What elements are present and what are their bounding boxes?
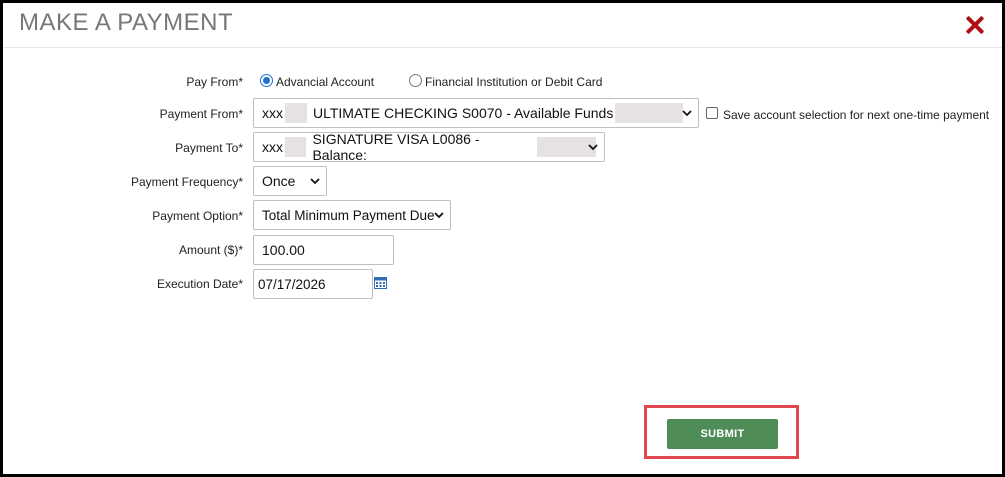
amount-value: 100.00: [262, 242, 305, 258]
radio-advancial-account[interactable]: [260, 74, 273, 87]
payment-to-prefix: xxx: [262, 139, 283, 155]
execution-date-label: Execution Date*: [156, 277, 243, 291]
amount-input[interactable]: 100.00: [253, 235, 394, 265]
chevron-down-icon: [434, 210, 444, 220]
payment-to-select[interactable]: xxx SIGNATURE VISA L0086 - Balance:: [253, 131, 605, 163]
payment-dialog: MAKE A PAYMENT Pay From* Advancial Accou…: [0, 0, 1005, 477]
payment-option-label: Payment Option*: [152, 209, 243, 223]
payment-to-value: SIGNATURE VISA L0086 - Balance:: [312, 131, 480, 163]
payment-option-value: Total Minimum Payment Due: [262, 207, 435, 223]
amount-label: Amount ($)*: [178, 243, 243, 257]
masked-account-number: [285, 103, 307, 123]
payment-option-select[interactable]: Total Minimum Payment Due: [253, 200, 451, 230]
close-icon[interactable]: [963, 13, 987, 37]
payment-frequency-value: Once: [262, 173, 296, 189]
save-account-checkbox[interactable]: [706, 107, 718, 119]
chevron-down-icon: [588, 142, 598, 152]
masked-available-funds: [615, 103, 684, 123]
dialog-title: MAKE A PAYMENT: [19, 9, 234, 36]
calendar-icon[interactable]: [374, 276, 387, 289]
radio-financial-institution-label[interactable]: Financial Institution or Debit Card: [425, 75, 602, 89]
payment-to-label: Payment To*: [175, 141, 243, 155]
payment-from-select[interactable]: xxx ULTIMATE CHECKING S0070 - Available …: [253, 98, 699, 128]
chevron-down-icon: [310, 176, 320, 186]
payment-frequency-select[interactable]: Once: [253, 166, 327, 196]
payment-from-value: ULTIMATE CHECKING S0070 - Available Fund…: [313, 105, 614, 121]
dialog-header: MAKE A PAYMENT: [3, 3, 1002, 48]
pay-from-label: Pay From*: [186, 75, 243, 89]
submit-button[interactable]: SUBMIT: [667, 419, 778, 449]
execution-date-input[interactable]: 07/17/2026: [253, 269, 373, 299]
execution-date-value: 07/17/2026: [258, 276, 326, 292]
radio-advancial-account-label[interactable]: Advancial Account: [276, 75, 374, 89]
payment-from-prefix: xxx: [262, 105, 283, 121]
masked-card-number: [285, 137, 307, 157]
save-account-checkbox-label[interactable]: Save account selection for next one-time…: [723, 108, 989, 122]
payment-from-label: Payment From*: [159, 107, 243, 121]
chevron-down-icon: [682, 108, 692, 118]
payment-frequency-label: Payment Frequency*: [130, 175, 243, 189]
radio-financial-institution[interactable]: [409, 74, 422, 87]
